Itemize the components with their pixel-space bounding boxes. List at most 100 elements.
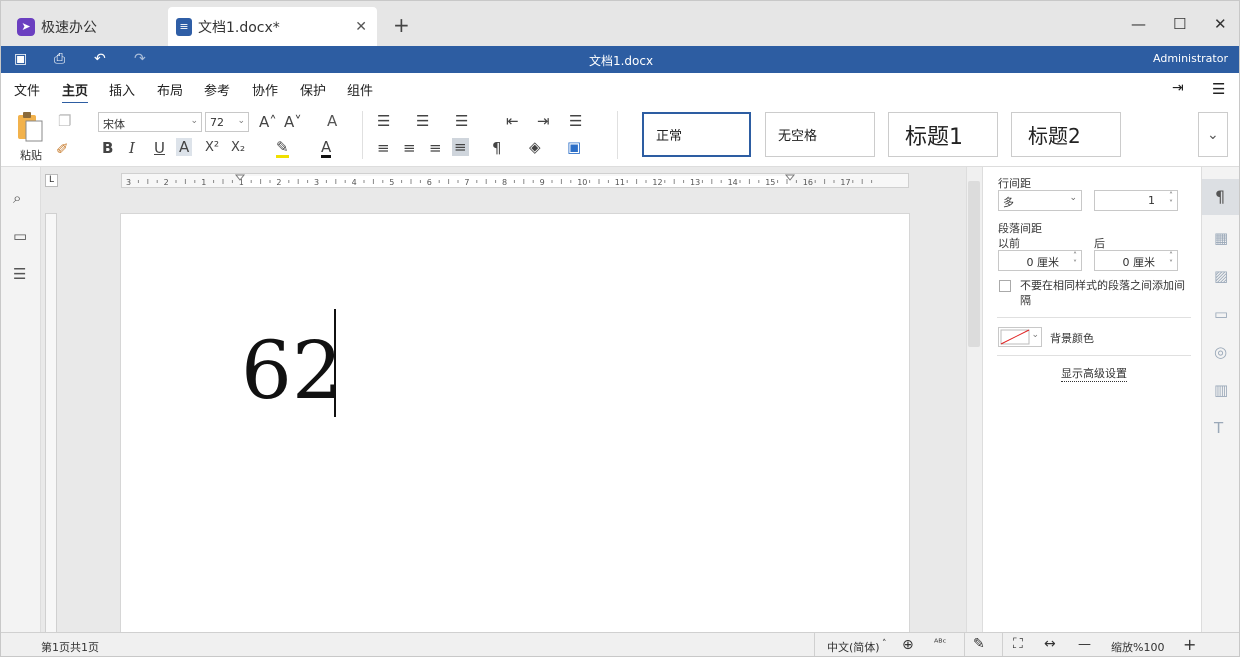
- style-normal[interactable]: 正常: [642, 112, 751, 157]
- paste-button[interactable]: [15, 111, 45, 142]
- menu-collaborate[interactable]: 协作: [252, 80, 278, 99]
- menu-file[interactable]: 文件: [14, 80, 40, 99]
- horizontal-ruler[interactable]: 3 2 1 1 2 3 4 5 6 7 8 9 10 11 12 13 14 15 16 17: [121, 173, 909, 188]
- chevron-up-icon[interactable]: ˄: [882, 639, 887, 649]
- bullet-list-icon[interactable]: ☰: [377, 113, 390, 129]
- paragraph-settings-tab[interactable]: ¶: [1202, 179, 1239, 215]
- navigation-icon[interactable]: ☰: [13, 265, 26, 283]
- fit-page-icon[interactable]: ⛶: [1013, 636, 1023, 652]
- hamburger-menu-icon[interactable]: ☰: [1212, 80, 1225, 98]
- font-color-icon[interactable]: A: [321, 139, 332, 158]
- search-icon[interactable]: ⌕: [13, 189, 21, 207]
- menu-home[interactable]: 主页: [62, 80, 89, 104]
- menu-references[interactable]: 参考: [204, 80, 230, 99]
- ruler-tick-label: 13: [690, 178, 700, 187]
- open-location-icon[interactable]: ⇥: [1172, 80, 1184, 96]
- vertical-ruler[interactable]: [45, 213, 57, 633]
- line-spacing-value-input[interactable]: 1 ˄ ˅: [1094, 190, 1178, 211]
- zoom-in-button[interactable]: +: [1183, 635, 1196, 654]
- align-right-icon[interactable]: ≡: [429, 140, 442, 156]
- ruler-tick-label: 10: [577, 178, 587, 187]
- new-tab-button[interactable]: +: [393, 13, 410, 37]
- line-spacing-type-select[interactable]: 多 ⌄: [998, 190, 1082, 211]
- fit-width-icon[interactable]: ↔: [1044, 636, 1056, 652]
- numbered-list-icon[interactable]: ☰: [416, 113, 429, 129]
- spacing-before-value: 0 厘米: [1026, 256, 1060, 269]
- increase-indent-icon[interactable]: ⇥: [537, 113, 550, 129]
- table-settings-icon[interactable]: ▦: [1214, 229, 1228, 247]
- advanced-settings-link[interactable]: 显示高级设置: [1061, 365, 1127, 382]
- font-size-select[interactable]: 72 ⌄: [205, 112, 249, 132]
- divider: [362, 111, 363, 159]
- copy-icon[interactable]: ❐: [58, 113, 71, 129]
- subscript-button[interactable]: X₂: [231, 140, 245, 156]
- track-changes-icon[interactable]: ✎: [973, 636, 985, 652]
- header-footer-icon[interactable]: ▭: [1214, 305, 1228, 323]
- menu-protect[interactable]: 保护: [300, 80, 326, 99]
- style-heading-2[interactable]: 标题2: [1011, 112, 1121, 157]
- align-justify-icon[interactable]: ≡: [452, 138, 469, 156]
- language-select[interactable]: 中文(简体): [827, 639, 880, 655]
- close-window-button[interactable]: ✕: [1214, 15, 1227, 33]
- spacing-after-value: 0 厘米: [1122, 256, 1156, 269]
- underline-button[interactable]: U: [154, 140, 165, 156]
- line-spacing-label: 行间距: [998, 177, 1031, 190]
- menu-plugins[interactable]: 组件: [347, 80, 373, 99]
- style-no-spacing[interactable]: 无空格: [765, 112, 875, 157]
- document-text[interactable]: 62: [241, 326, 343, 416]
- spellcheck-icon[interactable]: ᴬᴮᶜ: [934, 638, 946, 649]
- chevron-down-icon: ⌄: [1031, 330, 1039, 340]
- ruler-tick-label: 16: [803, 178, 813, 187]
- spacing-before-input[interactable]: 0 厘米 ˄ ˅: [998, 250, 1082, 271]
- tab-close-icon[interactable]: ✕: [355, 19, 367, 35]
- menu-layout[interactable]: 布局: [157, 80, 183, 99]
- rocket-icon: ➤: [17, 17, 35, 36]
- divider: [997, 355, 1191, 356]
- italic-button[interactable]: I: [129, 140, 135, 156]
- shrink-font-icon[interactable]: A˅: [284, 114, 302, 130]
- multilevel-list-icon[interactable]: ☰: [455, 113, 468, 129]
- shape-settings-icon[interactable]: ◎: [1214, 343, 1227, 361]
- background-color-picker[interactable]: ⌄: [998, 327, 1042, 347]
- highlight-icon[interactable]: ✎: [276, 139, 289, 158]
- align-left-icon[interactable]: ≡: [377, 140, 390, 156]
- spacing-after-input[interactable]: 0 厘米 ˄ ˅: [1094, 250, 1178, 271]
- ruler-ticks: 3 2 1 1 2 3 4 5 6 7 8 9 10 11 12 13 14 15 16 17: [126, 174, 873, 187]
- tab-app-home[interactable]: ➤ 极速办公: [9, 7, 161, 46]
- no-space-checkbox[interactable]: [999, 280, 1011, 292]
- ruler-text-area: [240, 176, 790, 187]
- menu-insert[interactable]: 插入: [109, 80, 135, 99]
- chart-settings-icon[interactable]: ▥: [1214, 381, 1228, 399]
- clear-format-icon[interactable]: A: [327, 113, 337, 129]
- zoom-out-button[interactable]: —: [1078, 637, 1091, 652]
- scrollbar-thumb[interactable]: [968, 181, 980, 347]
- tab-stop-selector[interactable]: L: [45, 174, 58, 187]
- document-page[interactable]: 62: [120, 213, 910, 643]
- spinner-icon[interactable]: ˄ ˅: [1073, 252, 1077, 268]
- strikethrough-button[interactable]: A: [176, 138, 193, 156]
- divider: [1002, 633, 1003, 656]
- style-heading-1[interactable]: 标题1: [888, 112, 998, 157]
- globe-icon[interactable]: ⊕: [902, 637, 914, 653]
- decrease-indent-icon[interactable]: ⇤: [506, 113, 519, 129]
- maximize-button[interactable]: ☐: [1173, 15, 1186, 33]
- spinner-icon[interactable]: ˄ ˅: [1169, 192, 1173, 208]
- borders-icon[interactable]: ▣: [567, 139, 581, 155]
- no-space-checkbox-label: 不要在相同样式的段落之间添加间隔: [1020, 279, 1185, 307]
- bold-button[interactable]: B: [102, 140, 113, 156]
- superscript-button[interactable]: X²: [205, 140, 219, 156]
- tab-document[interactable]: ≡ 文档1.docx* ✕: [168, 7, 377, 46]
- line-spacing-icon[interactable]: ☰: [569, 113, 582, 129]
- grow-font-icon[interactable]: A˄: [259, 114, 277, 130]
- styles-expand-button[interactable]: ⌄: [1198, 112, 1228, 157]
- minimize-button[interactable]: —: [1131, 15, 1146, 33]
- paragraph-mark-icon[interactable]: ¶: [492, 140, 502, 156]
- image-settings-icon[interactable]: ▨: [1214, 267, 1228, 285]
- font-name-select[interactable]: 宋体 ⌄: [98, 112, 202, 132]
- comment-icon[interactable]: ▭: [13, 227, 27, 245]
- align-center-icon[interactable]: ≡: [403, 140, 416, 156]
- text-art-icon[interactable]: T: [1214, 419, 1223, 437]
- format-painter-icon[interactable]: ✐: [56, 141, 69, 157]
- spinner-icon[interactable]: ˄ ˅: [1169, 252, 1173, 268]
- shading-icon[interactable]: ◈: [529, 139, 541, 155]
